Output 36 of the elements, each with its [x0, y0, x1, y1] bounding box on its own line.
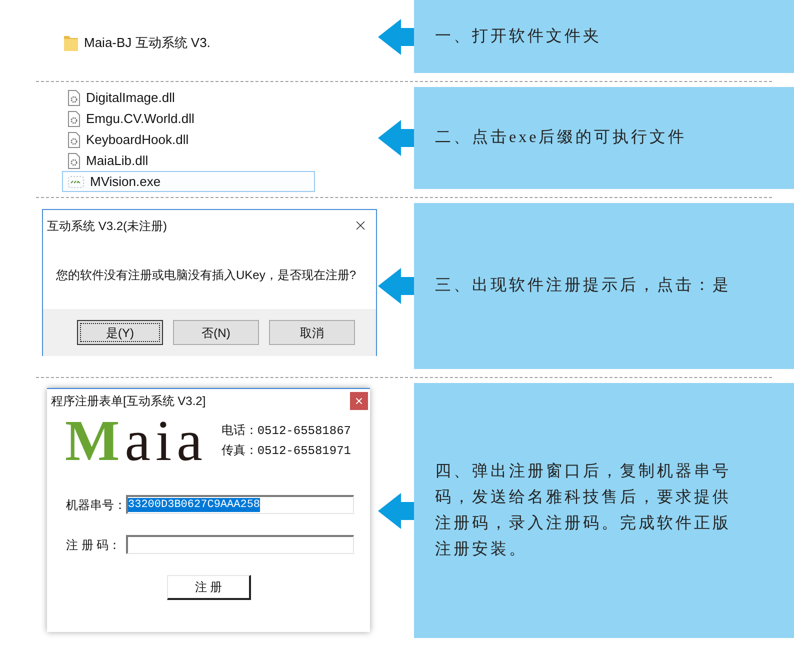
instruction-text: 一、打开软件文件夹	[435, 26, 602, 46]
input-field[interactable]: 33200D3B0627C9AAA258	[126, 495, 354, 514]
left-arrow-icon	[378, 268, 414, 304]
file-item[interactable]: Emgu.CV.World.dll	[62, 108, 315, 129]
instruction-text: 三、出现软件注册提示后，点击：是	[435, 276, 732, 296]
field-label: 机器串号：	[66, 496, 126, 514]
file-icon	[68, 90, 80, 106]
logo: Maia	[65, 418, 208, 463]
file-item[interactable]: DigitalImage.dll	[62, 87, 315, 108]
serial-number-text: 33200D3B0627C9AAA258	[128, 498, 260, 512]
file-item[interactable]: MaiaLib.dll	[62, 150, 315, 171]
dialog-button[interactable]: 否(N)	[173, 320, 259, 345]
input-field[interactable]	[126, 535, 354, 554]
left-arrow-icon	[378, 120, 414, 156]
file-icon	[68, 132, 80, 148]
contact-text: 传真：0512-65581971	[221, 442, 351, 460]
file-item[interactable]: MVision.exe	[62, 171, 315, 192]
instruction-text: 四、弹出注册窗口后，复制机器串号码，发送给名雅科技售后，要求提供注册码，录入注册码。完成软件正版注册安装。	[435, 462, 732, 560]
dialog-button[interactable]: 取消	[269, 320, 355, 345]
program-icon	[68, 176, 84, 188]
dialog-message: 您的软件没有注册或电脑没有插入UKey，是否现在注册?	[56, 267, 356, 284]
contact-text: 电话：0512-65581867	[221, 422, 351, 440]
folder-icon	[64, 35, 78, 51]
left-arrow-icon	[378, 492, 414, 528]
left-arrow-icon	[378, 18, 414, 54]
folder-item[interactable]: Maia-BJ 互动系统 V3.	[64, 35, 210, 51]
dialog-title: 程序注册表单[互动系统 V3.2]	[51, 392, 206, 410]
file-item[interactable]: KeyboardHook.dll	[62, 129, 315, 150]
dialog-button[interactable]: 是(Y)	[77, 320, 163, 345]
field-label: 注 册 码：	[66, 536, 122, 554]
close-button[interactable]	[350, 392, 368, 410]
file-icon	[68, 110, 80, 126]
dialog-title: 互动系统 V3.2(未注册)	[47, 218, 168, 234]
file-icon	[68, 152, 80, 168]
instruction-text: 二、点击exe后缀的可执行文件	[435, 128, 688, 148]
register-button[interactable]: 注 册	[167, 575, 251, 600]
